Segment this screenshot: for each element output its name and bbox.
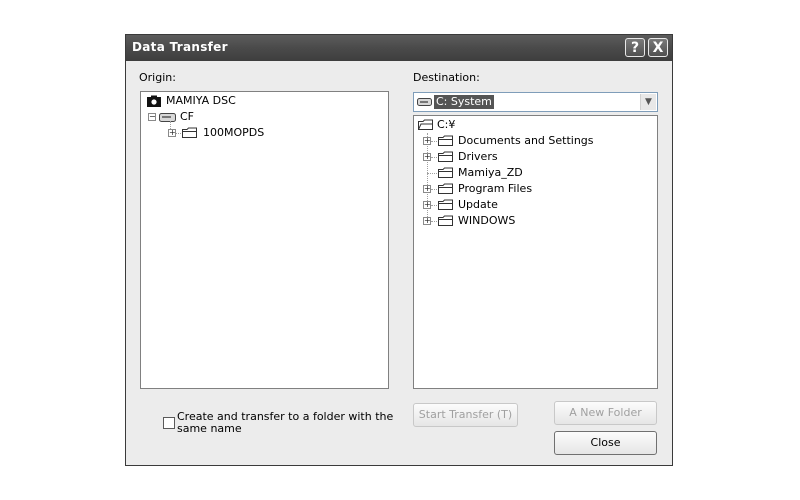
- origin-tree[interactable]: MAMIYA DSC − CF + 100MOPDS: [140, 91, 389, 389]
- destination-label: Destination:: [413, 71, 480, 84]
- title-bar[interactable]: Data Transfer ? X: [126, 35, 672, 61]
- chevron-down-icon[interactable]: ▼: [640, 94, 656, 110]
- destination-tree[interactable]: C:¥ + Documents and Settings + Drivers M…: [413, 115, 658, 389]
- expand-icon[interactable]: +: [423, 153, 431, 161]
- same-name-folder-checkbox[interactable]: [163, 417, 175, 429]
- drive-icon: [159, 113, 176, 122]
- expand-icon[interactable]: +: [423, 217, 431, 225]
- open-folder-icon: [418, 119, 433, 130]
- folder-icon: [438, 199, 453, 210]
- tree-item-label: Program Files: [458, 182, 533, 195]
- same-name-folder-label: Create and transfer to a folder with the…: [177, 410, 394, 435]
- collapse-icon[interactable]: −: [148, 113, 156, 121]
- start-transfer-button[interactable]: Start Transfer (T): [413, 403, 518, 427]
- camera-icon: [147, 95, 161, 107]
- tree-item-label: CF: [180, 110, 195, 123]
- close-button[interactable]: Close: [554, 431, 657, 455]
- tree-item-label: MAMIYA DSC: [166, 94, 236, 107]
- help-button[interactable]: ?: [625, 38, 645, 57]
- origin-label: Origin:: [139, 71, 176, 84]
- tree-item-label: 100MOPDS: [203, 126, 265, 139]
- drive-select-value: C: System: [434, 95, 494, 109]
- data-transfer-dialog: Data Transfer ? X Origin: MAMIYA DSC − C…: [125, 34, 673, 466]
- folder-icon: [438, 135, 453, 146]
- drive-icon: [417, 98, 432, 106]
- tree-item-label: Update: [458, 198, 498, 211]
- folder-icon: [438, 215, 453, 226]
- dialog-title: Data Transfer: [132, 40, 228, 54]
- folder-icon: [438, 151, 453, 162]
- tree-item-label: Documents and Settings: [458, 134, 594, 147]
- tree-item-label: WINDOWS: [458, 214, 516, 227]
- tree-item-label: Mamiya_ZD: [458, 166, 523, 179]
- close-window-button[interactable]: X: [648, 38, 668, 57]
- expand-icon[interactable]: +: [168, 129, 176, 137]
- tree-item-label: C:¥: [437, 118, 456, 131]
- expand-icon[interactable]: +: [423, 185, 431, 193]
- drive-select[interactable]: C: System ▼: [413, 92, 658, 112]
- folder-icon: [182, 127, 197, 138]
- folder-icon: [438, 167, 453, 178]
- folder-icon: [438, 183, 453, 194]
- tree-item-label: Drivers: [458, 150, 498, 163]
- expand-icon[interactable]: +: [423, 137, 431, 145]
- expand-icon[interactable]: +: [423, 201, 431, 209]
- new-folder-button[interactable]: A New Folder: [554, 401, 657, 425]
